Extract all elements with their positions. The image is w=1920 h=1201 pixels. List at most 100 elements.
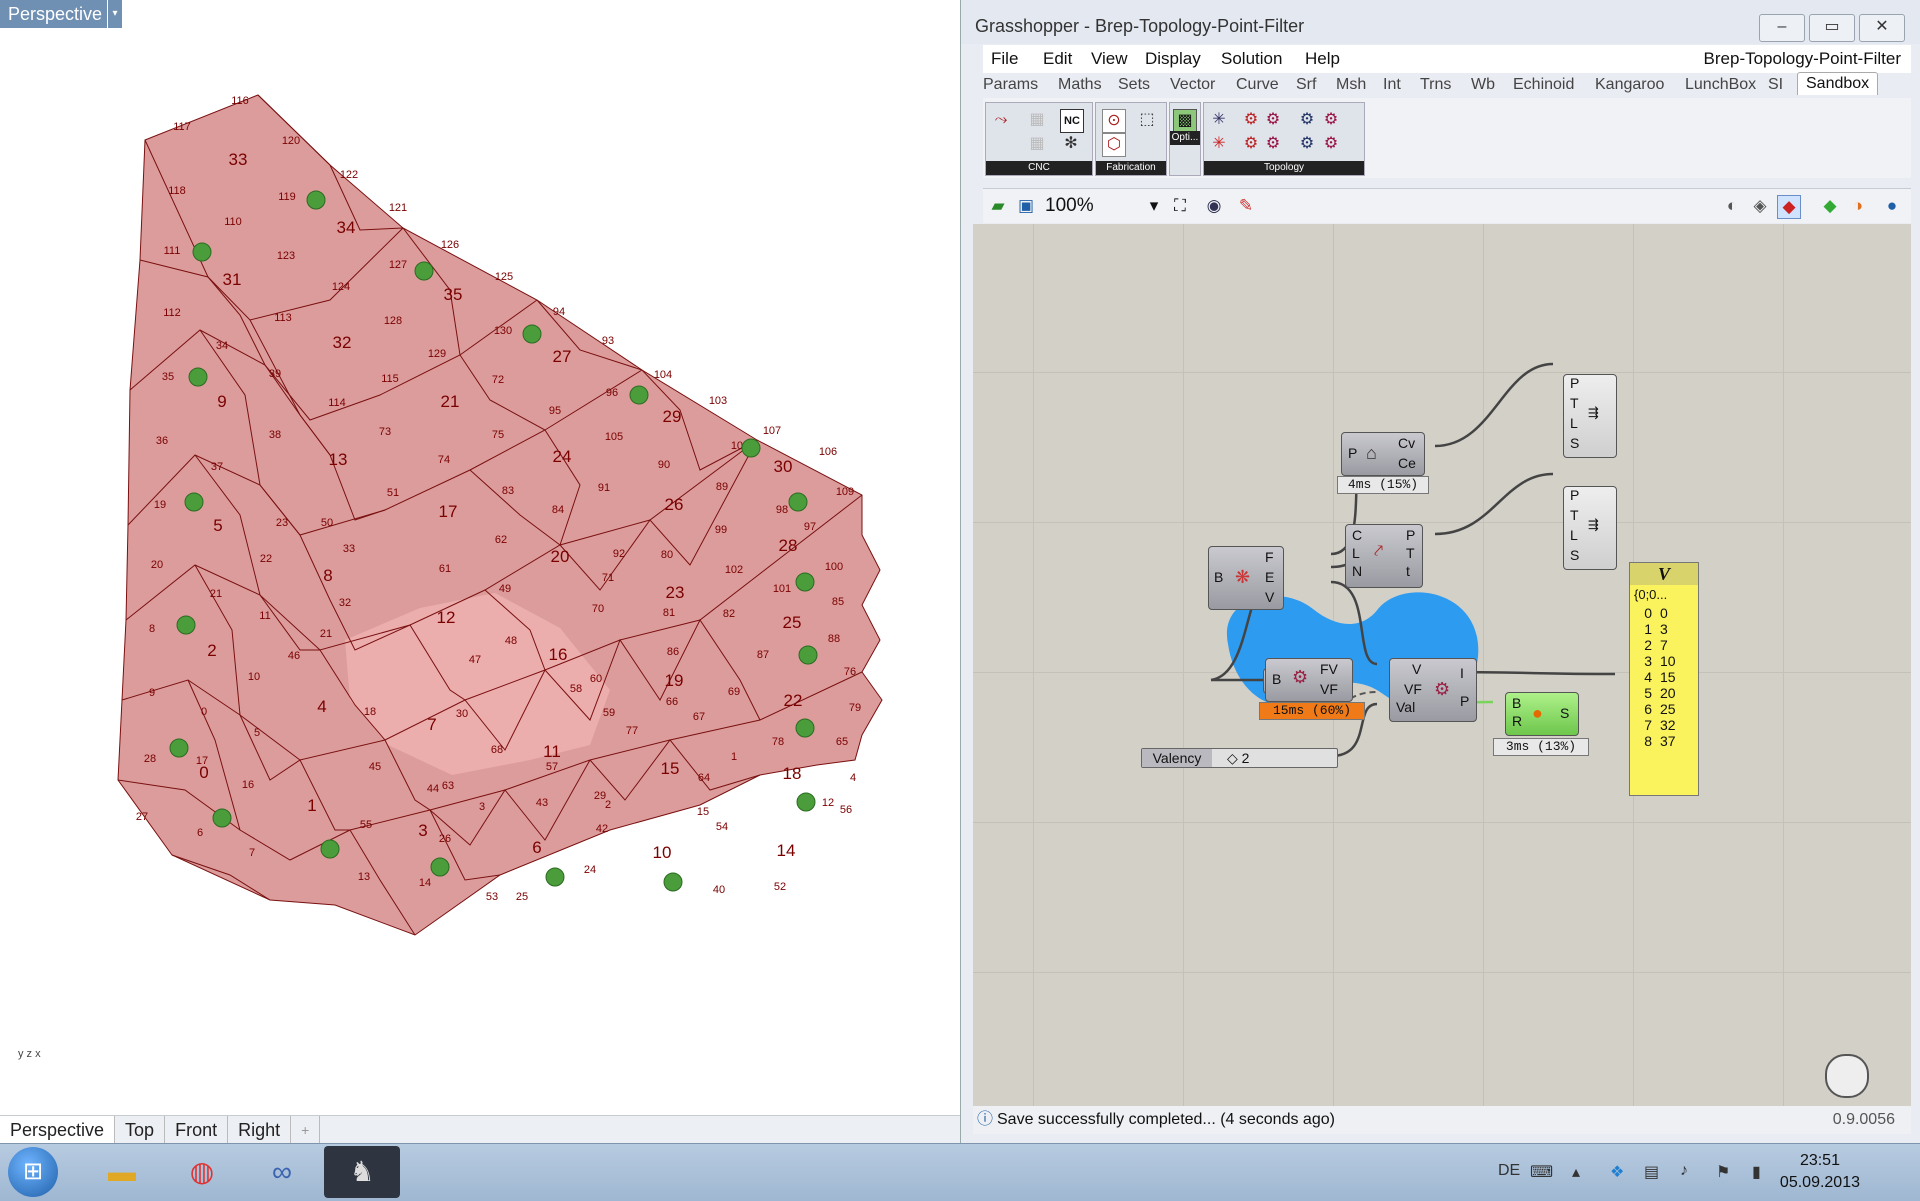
filtered-vertex-point[interactable] bbox=[522, 324, 542, 344]
infinity-app-icon[interactable]: ∞ bbox=[244, 1146, 320, 1198]
menu-display[interactable]: Display bbox=[1145, 49, 1201, 69]
topo-icon-5[interactable]: ⚙ bbox=[1240, 133, 1262, 155]
network-drive-icon[interactable]: ▤ bbox=[1644, 1162, 1659, 1182]
input-b[interactable]: B bbox=[1272, 671, 1281, 687]
topo-icon-1[interactable]: ⚙ bbox=[1240, 109, 1262, 131]
sketch-pen-icon[interactable]: ✎ bbox=[1235, 195, 1257, 217]
explorer-icon[interactable]: ▬ bbox=[84, 1146, 160, 1198]
pin-s[interactable]: S bbox=[1570, 547, 1579, 563]
tab-trns[interactable]: Trns bbox=[1420, 76, 1451, 94]
input-n[interactable]: N bbox=[1352, 563, 1362, 579]
brep-topology-component[interactable]: B ❋ F E V bbox=[1208, 546, 1284, 610]
tab-wb[interactable]: Wb bbox=[1471, 76, 1495, 94]
shaded-preview-icon[interactable]: ◆ bbox=[1777, 195, 1801, 219]
filtered-vertex-point[interactable] bbox=[796, 792, 816, 812]
filtered-vertex-point[interactable] bbox=[212, 808, 232, 828]
material-icon[interactable]: ◑ bbox=[1847, 195, 1869, 217]
close-button[interactable]: ✕ bbox=[1859, 14, 1905, 42]
start-button[interactable]: ⊞ bbox=[8, 1147, 58, 1197]
filtered-vertex-point[interactable] bbox=[184, 492, 204, 512]
tab-right[interactable]: Right bbox=[228, 1116, 292, 1144]
input-c[interactable]: C bbox=[1352, 527, 1362, 543]
volume-icon[interactable]: ♪ bbox=[1680, 1162, 1688, 1180]
tab-top[interactable]: Top bbox=[115, 1116, 166, 1144]
input-val[interactable]: Val bbox=[1396, 699, 1415, 715]
dropbox-icon[interactable]: ❖ bbox=[1610, 1162, 1624, 1182]
output-t[interactable]: T bbox=[1406, 545, 1415, 561]
topo-icon-8[interactable]: ⚙ bbox=[1320, 133, 1342, 155]
custom-preview-component[interactable]: B R ● S bbox=[1505, 692, 1579, 736]
show-hidden-icons-icon[interactable]: ▴ bbox=[1572, 1162, 1580, 1182]
pin-l[interactable]: L bbox=[1570, 527, 1578, 543]
point-filter-component[interactable]: V VF Val ⚙ I P bbox=[1389, 658, 1477, 722]
slider-value[interactable]: ◇ 2 bbox=[1227, 749, 1249, 767]
topo-icon-6[interactable]: ⚙ bbox=[1262, 133, 1284, 155]
nc-icon[interactable]: NC bbox=[1060, 109, 1084, 133]
preview-eye-icon[interactable]: ◉ bbox=[1203, 195, 1225, 217]
tab-sets[interactable]: Sets bbox=[1118, 76, 1150, 94]
pin-t[interactable]: T bbox=[1570, 507, 1579, 523]
menu-view[interactable]: View bbox=[1091, 49, 1128, 69]
filtered-vertex-point[interactable] bbox=[629, 385, 649, 405]
input-v[interactable]: V bbox=[1412, 661, 1421, 677]
filtered-vertex-point[interactable] bbox=[430, 857, 450, 877]
viewport-title[interactable]: Perspective bbox=[0, 0, 111, 28]
viewport-menu-arrow[interactable]: ▾ bbox=[107, 0, 122, 28]
filtered-vertex-point[interactable] bbox=[192, 242, 212, 262]
tab-perspective[interactable]: Perspective bbox=[0, 1116, 116, 1144]
pin-p[interactable]: P bbox=[1570, 487, 1579, 503]
minimize-button[interactable]: – bbox=[1759, 14, 1805, 42]
gear-icon[interactable]: ✻ bbox=[1060, 133, 1082, 155]
preview-mode-icon[interactable]: ◐ bbox=[1721, 195, 1743, 217]
tab-msh[interactable]: Msh bbox=[1336, 76, 1366, 94]
filtered-vertex-point[interactable] bbox=[795, 572, 815, 592]
selected-preview-icon[interactable]: ◆ bbox=[1819, 195, 1841, 217]
topo-icon-4[interactable]: ⚙ bbox=[1320, 109, 1342, 131]
output-vf[interactable]: VF bbox=[1320, 681, 1338, 697]
tab-params[interactable]: Params bbox=[983, 76, 1038, 94]
pattern-icon[interactable]: ▦ bbox=[1026, 109, 1048, 131]
fab-box-icon[interactable]: ⬡ bbox=[1102, 133, 1126, 157]
clock[interactable]: 23:51 05.09.2013 bbox=[1780, 1150, 1860, 1194]
pin-t[interactable]: T bbox=[1570, 395, 1579, 411]
tab-si[interactable]: SI bbox=[1768, 76, 1783, 94]
filtered-vertex-point[interactable] bbox=[169, 738, 189, 758]
fab-eye-icon[interactable]: ⊙ bbox=[1102, 109, 1126, 133]
filtered-vertex-point[interactable] bbox=[545, 867, 565, 887]
output-faces[interactable]: F bbox=[1265, 549, 1274, 565]
filtered-vertex-point[interactable] bbox=[795, 718, 815, 738]
viewport-canvas[interactable]: 3334313532279 212913 2430517 26288202325212… bbox=[0, 0, 960, 1115]
output-fv[interactable]: FV bbox=[1320, 661, 1338, 677]
param-viewer-2[interactable]: P T L S ⇶ bbox=[1563, 486, 1617, 570]
open-file-icon[interactable]: ▰ bbox=[987, 195, 1009, 217]
input-p[interactable]: P bbox=[1348, 445, 1357, 461]
tab-kangaroo[interactable]: Kangaroo bbox=[1595, 76, 1664, 94]
menu-solution[interactable]: Solution bbox=[1221, 49, 1282, 69]
pattern2-icon[interactable]: ▦ bbox=[1026, 133, 1048, 155]
tab-lunchbox[interactable]: LunchBox bbox=[1685, 76, 1756, 94]
tab-srf[interactable]: Srf bbox=[1296, 76, 1316, 94]
output-i[interactable]: I bbox=[1460, 665, 1464, 681]
zoom-dropdown-icon[interactable]: ▾ bbox=[1143, 195, 1165, 217]
filtered-vertex-point[interactable] bbox=[176, 615, 196, 635]
tab-vector[interactable]: Vector bbox=[1170, 76, 1215, 94]
output-edges[interactable]: E bbox=[1265, 569, 1274, 585]
tab-front[interactable]: Front bbox=[165, 1116, 229, 1144]
rhino-viewport[interactable]: 33 34 31 35 32 27 9 21 29 13 24 30 5 17 26 28 8 20 23 25 2 12… bbox=[0, 0, 960, 1144]
filtered-vertex-point[interactable] bbox=[663, 872, 683, 892]
action-center-flag-icon[interactable]: ⚑ bbox=[1716, 1162, 1730, 1182]
language-indicator[interactable]: DE bbox=[1498, 1162, 1520, 1180]
pin-l[interactable]: L bbox=[1570, 415, 1578, 431]
output-vertices[interactable]: V bbox=[1265, 589, 1274, 605]
filtered-vertex-point[interactable] bbox=[188, 367, 208, 387]
tab-maths[interactable]: Maths bbox=[1058, 76, 1102, 94]
topo-icon-2[interactable]: ⚙ bbox=[1262, 109, 1284, 131]
filtered-vertex-point[interactable] bbox=[306, 190, 326, 210]
input-b[interactable]: B bbox=[1512, 695, 1521, 711]
output-panel[interactable]: V {0;0... 0 0 1 3 2 7 3 10 4 15 5 20 6 25 7 32 8 37 bbox=[1629, 562, 1699, 796]
tab-int[interactable]: Int bbox=[1383, 76, 1401, 94]
menu-help[interactable]: Help bbox=[1305, 49, 1340, 69]
menu-edit[interactable]: Edit bbox=[1043, 49, 1072, 69]
gh-canvas[interactable]: ⬢ B ❋ F E V P ⌂ Cv Ce 4ms (15%) C L N ⤤ … bbox=[973, 224, 1911, 1106]
input-r[interactable]: R bbox=[1512, 713, 1522, 729]
